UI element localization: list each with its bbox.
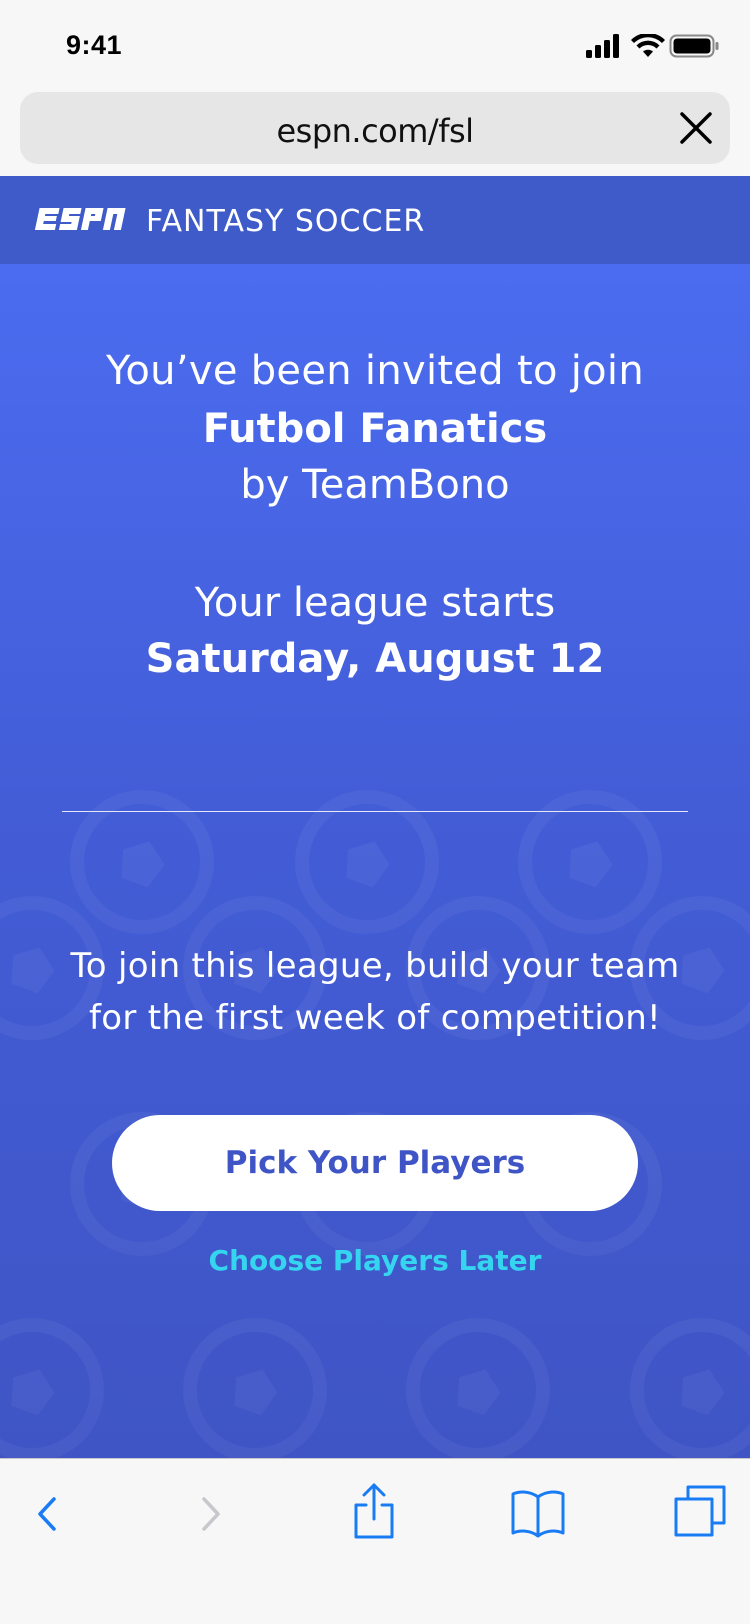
battery-icon [669,34,719,58]
choose-players-later-link[interactable]: Choose Players Later [0,1244,750,1277]
signal-icon [586,34,619,58]
forward-icon[interactable] [192,1487,228,1546]
instructions-line-1: To join this league, build your team [70,946,680,986]
invitation-panel: You’ve been invited to join Futbol Fanat… [0,264,750,1458]
league-name: Futbol Fanatics [202,406,548,452]
pick-players-button[interactable]: Pick Your Players [112,1115,638,1211]
back-icon[interactable] [30,1487,66,1546]
url-text[interactable]: espn.com/fsl [20,112,730,150]
share-icon[interactable] [352,1481,396,1546]
wifi-icon [631,34,665,57]
join-instructions: To join this league, build your team for… [0,940,750,1044]
app-header: FANTASY SOCCER [0,176,750,264]
inviter-name: by TeamBono [240,462,510,508]
app-title: FANTASY SOCCER [146,204,426,239]
espn-logo [32,206,132,239]
league-start-date: Saturday, August 12 [145,636,605,682]
close-icon[interactable] [678,110,714,146]
status-icons [586,34,720,58]
league-start-label: Your league starts [194,580,556,626]
bookmarks-icon[interactable] [510,1487,566,1544]
address-bar[interactable]: espn.com/fsl [20,92,730,164]
invite-heading: You’ve been invited to join [105,348,644,394]
instructions-line-2: for the first week of competition! [89,998,661,1038]
browser-toolbar [0,1458,750,1624]
status-bar: 9:41 [0,0,750,90]
status-time: 9:41 [66,30,123,60]
tabs-icon[interactable] [674,1485,728,1544]
divider [62,811,688,812]
